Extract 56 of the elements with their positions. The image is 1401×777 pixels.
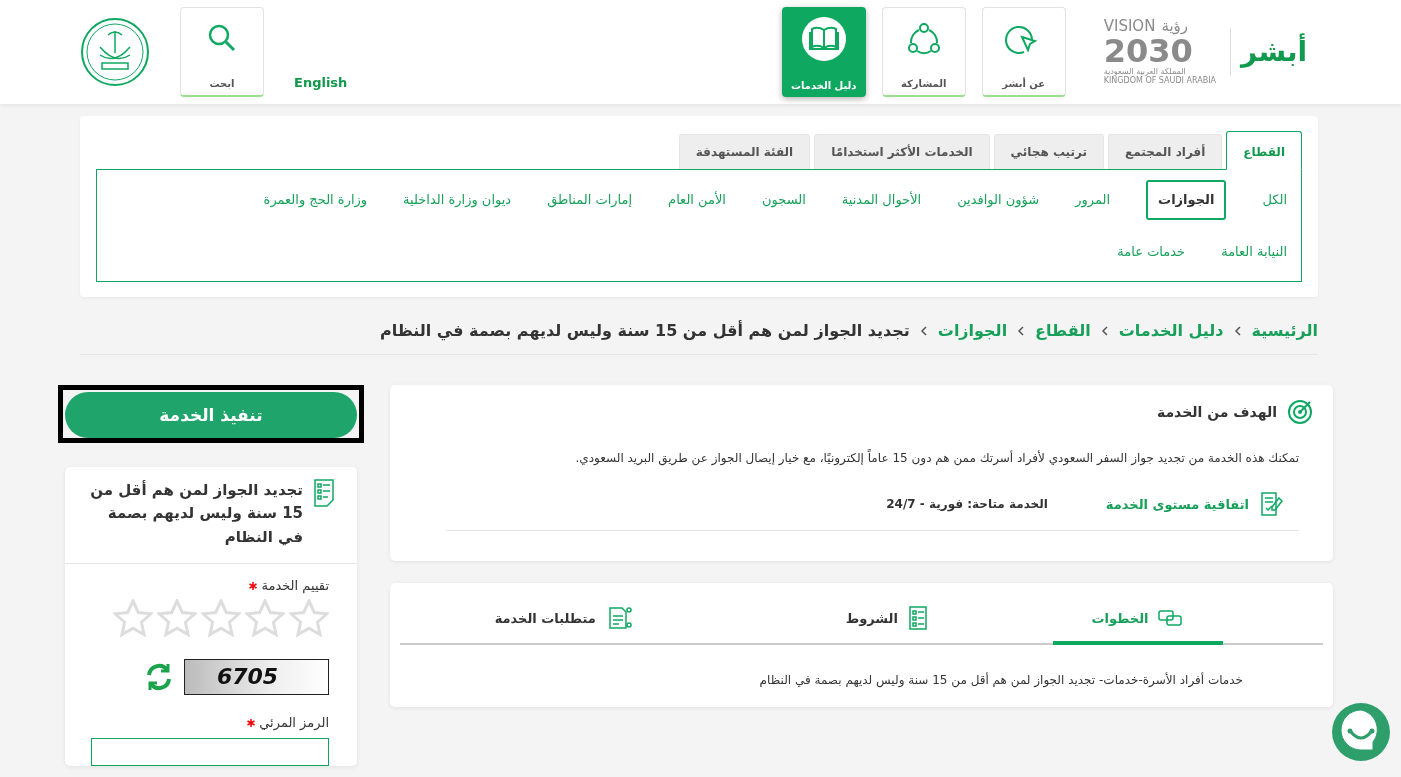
- captcha-image: 6705: [184, 658, 329, 695]
- chevron-icon: [1233, 324, 1242, 337]
- nav-button[interactable]: دليل الخدمات: [781, 7, 866, 97]
- execute-button[interactable]: تنفيذ الخدمة: [65, 392, 357, 438]
- filter-tab[interactable]: الفئة المستهدفة: [678, 134, 811, 169]
- field-label: الرمز المرئي: [93, 714, 329, 730]
- breadcrumb-current: تجديد الجواز لمن هم أقل من 15 سنة وليس لديهم بصمة في النظام: [379, 321, 910, 340]
- service-title: تجديد الجواز لمن هم أقل من 15 سنة وليس لديهم بصمة في النظام: [89, 479, 303, 548]
- chat-icon[interactable]: [1331, 702, 1391, 762]
- breadcrumb-link[interactable]: دليل الخدمات: [1118, 321, 1224, 340]
- star-icon[interactable]: [113, 598, 153, 637]
- refresh-icon[interactable]: [144, 661, 174, 692]
- detail-tab[interactable]: متطلبات الخدمة: [400, 593, 727, 646]
- sector-item[interactable]: الأمن العام: [668, 186, 726, 214]
- sla-link[interactable]: اتفاقية مستوى الخدمة: [1105, 496, 1249, 512]
- star-icon[interactable]: [201, 598, 241, 637]
- steps-text: خدمات أفراد الأسرة-خدمات- تجديد الجواز لمن هم أقل من 15 سنة وليس لديهم بصمة في النظام: [758, 673, 1243, 688]
- sector-item[interactable]: الأحوال المدنية: [841, 186, 922, 214]
- field-label: تقييم الخدمة: [93, 577, 329, 593]
- checklist-icon: [313, 479, 335, 507]
- sector-item[interactable]: الجوازات: [1146, 180, 1227, 220]
- sector-item[interactable]: السجون: [762, 186, 806, 214]
- breadcrumb-link[interactable]: الجوازات: [937, 321, 1008, 340]
- chevron-icon: [1100, 324, 1109, 337]
- sector-item[interactable]: شؤون الوافدين: [957, 186, 1040, 214]
- filter-tab[interactable]: أفراد المجتمع: [1108, 134, 1223, 169]
- emblem-icon: [80, 17, 150, 87]
- chevron-icon: [1017, 324, 1026, 337]
- absher-logo: أبشر: [1229, 28, 1311, 76]
- sector-item[interactable]: المرور: [1075, 186, 1111, 214]
- sector-item[interactable]: النيابة العامة: [1221, 238, 1287, 266]
- description-text: تمكنك هذه الخدمة من تجديد جواز السفر السعودي لأفراد أسرتك ممن هم دون 15 عاماً إلكترونيًا، مع خيار إيصال الجواز عن طريق البريد السعودي.: [574, 449, 1299, 468]
- section-title: الهدف من الخدمة: [1156, 404, 1277, 420]
- availability-text: الخدمة متاحة: فورية - 24/7: [886, 497, 1048, 512]
- target-icon: [1287, 399, 1313, 425]
- sector-item[interactable]: ديوان وزارة الداخلية: [403, 186, 512, 214]
- sector-item[interactable]: خدمات عامة: [1117, 238, 1186, 266]
- breadcrumb-link[interactable]: الرئيسية: [1251, 321, 1318, 340]
- filter-tab[interactable]: الخدمات الأكثر استخدامًا: [814, 134, 990, 169]
- detail-tab[interactable]: الشروط: [726, 593, 1053, 646]
- nav-button[interactable]: عن أبشر: [981, 7, 1066, 97]
- star-icon[interactable]: [289, 598, 329, 637]
- search-button[interactable]: ابحث: [180, 7, 264, 97]
- sector-item[interactable]: إمارات المناطق: [547, 186, 633, 214]
- detail-tab[interactable]: الخطوات: [1053, 593, 1223, 646]
- sector-item[interactable]: وزارة الحج والعمرة: [263, 186, 368, 214]
- filter-tab[interactable]: القطاع: [1226, 131, 1302, 170]
- chevron-icon: [919, 324, 928, 337]
- nav-button[interactable]: المشاركة: [881, 7, 966, 97]
- captcha-input[interactable]: [91, 737, 329, 766]
- filter-tab[interactable]: ترتيب هجائي: [993, 134, 1104, 169]
- sector-item[interactable]: الكل: [1262, 186, 1287, 214]
- star-icon[interactable]: [157, 598, 197, 637]
- language-link[interactable]: English: [294, 75, 348, 90]
- breadcrumb-link[interactable]: القطاع: [1035, 321, 1091, 340]
- star-icon[interactable]: [245, 598, 285, 637]
